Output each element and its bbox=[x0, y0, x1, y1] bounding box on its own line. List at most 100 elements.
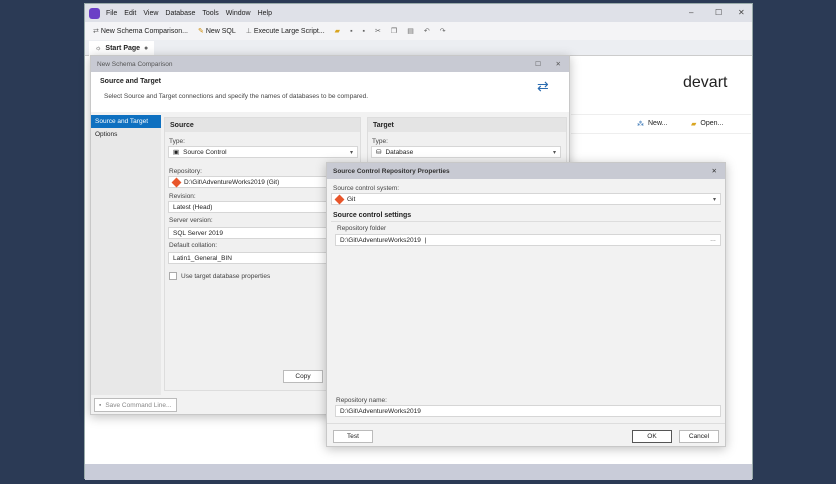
dialog-intro: Source and Target Select Source and Targ… bbox=[91, 72, 569, 112]
divider bbox=[331, 221, 721, 222]
browse-button[interactable]: … bbox=[710, 237, 716, 243]
use-target-checkbox[interactable]: Use target database properties bbox=[169, 272, 270, 280]
close-button[interactable]: ✕ bbox=[738, 8, 745, 17]
target-title: Target bbox=[368, 118, 566, 132]
app-logo-icon bbox=[89, 7, 100, 19]
repository-folder-input[interactable]: D:\Git\AdventureWorks2019 | … bbox=[335, 234, 721, 246]
undo-icon[interactable]: ↶ bbox=[424, 27, 430, 35]
open-icon[interactable]: ▰ bbox=[335, 27, 340, 35]
type-label: Type: bbox=[169, 138, 185, 145]
repository-folder-value: D:\Git\AdventureWorks2019 bbox=[340, 236, 421, 244]
repository-name-value: D:\Git\AdventureWorks2019 bbox=[340, 407, 421, 415]
close-icon[interactable]: ✕ bbox=[712, 167, 717, 175]
tab-strip: ☼ Start Page ● bbox=[85, 40, 752, 56]
open-button[interactable]: ▰ Open... bbox=[691, 120, 723, 128]
tab-close-icon[interactable]: ● bbox=[144, 45, 148, 52]
target-type-select[interactable]: ⛁ Database ▾ bbox=[371, 146, 561, 158]
repository-name-input[interactable]: D:\Git\AdventureWorks2019 bbox=[335, 405, 721, 417]
test-label: Test bbox=[347, 433, 359, 440]
menu-database[interactable]: Database bbox=[165, 10, 195, 17]
toolbar: ⇄ New Schema Comparison... ✎ New SQL ⊥ E… bbox=[85, 22, 752, 40]
save-command-line-button[interactable]: ▪ Save Command Line... bbox=[94, 398, 177, 412]
source-control-repository-dialog: Source Control Repository Properties ✕ S… bbox=[326, 162, 726, 447]
database-icon: ⛁ bbox=[376, 149, 382, 156]
schema-icon: ⇄ bbox=[93, 28, 99, 35]
collation-value: Latin1_General_BIN bbox=[173, 254, 232, 262]
menu-tools[interactable]: Tools bbox=[202, 10, 218, 17]
close-icon[interactable]: ✕ bbox=[556, 60, 561, 68]
save-command-line-label: Save Command Line... bbox=[105, 401, 172, 409]
collation-label: Default collation: bbox=[169, 242, 218, 249]
maximize-icon[interactable]: ☐ bbox=[535, 60, 541, 68]
execute-large-script-button[interactable]: ⊥ Execute Large Script... bbox=[246, 27, 325, 35]
copy-button[interactable]: Copy bbox=[283, 370, 323, 383]
ok-button[interactable]: OK bbox=[632, 430, 672, 443]
save-all-icon[interactable]: ▪ bbox=[363, 28, 365, 35]
new-schema-comparison-button[interactable]: ⇄ New Schema Comparison... bbox=[93, 27, 188, 35]
new-label: New... bbox=[648, 120, 668, 127]
source-control-system-value: Git bbox=[347, 195, 356, 203]
revision-value: Latest (Head) bbox=[173, 203, 213, 211]
status-bar bbox=[85, 464, 752, 480]
server-version-value: SQL Server 2019 bbox=[173, 229, 223, 237]
repository-folder-label: Repository folder bbox=[337, 225, 387, 232]
devart-logo: devart bbox=[683, 74, 728, 91]
dialog-title: New Schema Comparison bbox=[97, 60, 173, 68]
save-icon: ▪ bbox=[99, 401, 102, 409]
checkbox-box bbox=[169, 272, 177, 280]
redo-icon[interactable]: ↷ bbox=[440, 27, 446, 35]
dialog-title: Source Control Repository Properties bbox=[333, 167, 450, 175]
new-schema-label: New Schema Comparison... bbox=[100, 28, 188, 35]
dialog-header: New Schema Comparison ☐ ✕ bbox=[91, 56, 569, 72]
source-title: Source bbox=[165, 118, 360, 132]
save-icon[interactable]: ▪ bbox=[350, 28, 352, 35]
source-control-system-label: Source control system: bbox=[333, 185, 400, 192]
compare-icon: ⇄ bbox=[537, 78, 549, 94]
use-target-label: Use target database properties bbox=[181, 272, 271, 280]
cancel-button[interactable]: Cancel bbox=[679, 430, 719, 443]
folder-icon: ▰ bbox=[691, 121, 697, 128]
repository-label: Repository: bbox=[169, 168, 202, 175]
menu-help[interactable]: Help bbox=[258, 10, 272, 17]
menu-file[interactable]: File bbox=[106, 10, 117, 17]
settings-heading: Source control settings bbox=[333, 212, 412, 219]
nav-source-and-target[interactable]: Source and Target bbox=[91, 115, 161, 128]
git-icon bbox=[171, 177, 182, 187]
revision-label: Revision: bbox=[169, 193, 196, 200]
menu-edit[interactable]: Edit bbox=[124, 10, 136, 17]
source-control-icon: ▣ bbox=[173, 149, 180, 156]
nav-options[interactable]: Options bbox=[91, 128, 161, 141]
section-description: Select Source and Target connections and… bbox=[104, 93, 369, 100]
server-version-label: Server version: bbox=[169, 217, 213, 224]
new-icon: ⁂ bbox=[637, 121, 644, 128]
tab-start-page[interactable]: ☼ Start Page ● bbox=[89, 41, 155, 56]
sql-icon: ✎ bbox=[197, 28, 204, 35]
menu-bar: File Edit View Database Tools Window Hel… bbox=[85, 4, 752, 22]
tab-label: Start Page bbox=[105, 45, 141, 52]
source-type-select[interactable]: ▣ Source Control ▾ bbox=[168, 146, 358, 158]
repository-value: D:\Git\AdventureWorks2019 (Git) bbox=[184, 178, 280, 186]
copy-label: Copy bbox=[295, 373, 311, 380]
menu-window[interactable]: Window bbox=[226, 10, 251, 17]
chevron-down-icon: ▾ bbox=[712, 196, 716, 203]
target-type-label: Type: bbox=[372, 138, 388, 145]
new-button[interactable]: ⁂ New... bbox=[637, 120, 667, 128]
repository-name-label: Repository name: bbox=[336, 397, 387, 404]
git-icon bbox=[334, 194, 345, 204]
maximize-button[interactable]: ☐ bbox=[715, 8, 722, 17]
chevron-down-icon: ▾ bbox=[349, 149, 353, 156]
target-type-value: Database bbox=[385, 148, 414, 156]
cut-icon[interactable]: ✂ bbox=[375, 27, 381, 35]
source-control-system-select[interactable]: Git ▾ bbox=[331, 193, 721, 205]
minimize-button[interactable]: – bbox=[689, 8, 693, 17]
copy-icon[interactable]: ❐ bbox=[391, 27, 397, 35]
test-button[interactable]: Test bbox=[333, 430, 373, 443]
start-page-icon: ☼ bbox=[95, 45, 102, 52]
chevron-down-icon: ▾ bbox=[552, 149, 556, 156]
new-sql-button[interactable]: ✎ New SQL bbox=[198, 27, 236, 35]
paste-icon[interactable]: ▤ bbox=[407, 27, 414, 35]
text-cursor: | bbox=[424, 236, 427, 244]
execute-label: Execute Large Script... bbox=[253, 28, 325, 35]
menu-view[interactable]: View bbox=[143, 10, 158, 17]
cancel-label: Cancel bbox=[688, 433, 710, 440]
